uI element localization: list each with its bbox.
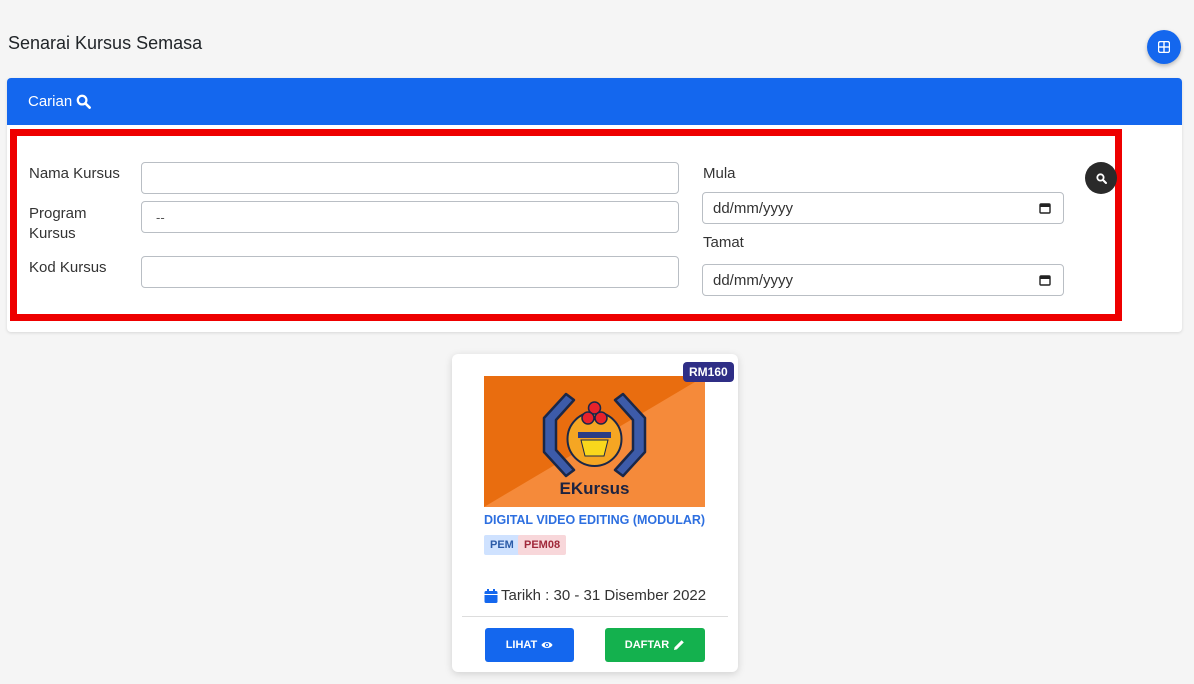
course-image: EKursus [484, 376, 705, 507]
calendar-icon [484, 588, 498, 603]
search-panel-title: Carian [28, 93, 73, 110]
grid-view-toggle-button[interactable] [1147, 30, 1181, 64]
course-tag: PEM [484, 535, 520, 555]
course-code-label: Kod Kursus [29, 259, 107, 276]
eye-icon [541, 642, 553, 648]
view-course-label: LIHAT [505, 639, 538, 651]
register-course-button[interactable]: DAFTAR [605, 628, 705, 662]
price-badge: RM160 [683, 362, 734, 382]
end-date-label: Tamat [703, 234, 744, 251]
card-divider [462, 616, 728, 617]
search-icon [76, 94, 92, 109]
course-name-input[interactable] [141, 162, 679, 194]
program-label: Program Kursus [29, 205, 87, 242]
start-date-label: Mula [703, 165, 736, 182]
calendar-icon [1039, 275, 1051, 286]
start-date-placeholder: dd/mm/yyyy [713, 199, 794, 217]
course-date: Tarikh : 30 - 31 Disember 2022 [484, 587, 706, 604]
register-course-label: DAFTAR [624, 639, 670, 651]
page-title: Senarai Kursus Semasa [8, 33, 203, 53]
start-date-input[interactable]: dd/mm/yyyy [702, 192, 1064, 224]
grid-icon [1158, 41, 1170, 53]
course-image-caption: EKursus [560, 479, 630, 498]
calendar-icon [1039, 203, 1051, 214]
search-panel-header[interactable]: Carian [7, 78, 1182, 125]
course-date-text: Tarikh : 30 - 31 Disember 2022 [501, 587, 707, 604]
end-date-placeholder: dd/mm/yyyy [713, 271, 794, 289]
course-tag: PEM08 [518, 535, 567, 555]
pencil-icon [674, 640, 685, 650]
search-submit-button[interactable] [1085, 162, 1117, 194]
course-title[interactable]: DIGITAL VIDEO EDITING (MODULAR) [484, 513, 705, 527]
view-course-button[interactable]: LIHAT [485, 628, 574, 662]
search-icon [1095, 172, 1107, 184]
end-date-input[interactable]: dd/mm/yyyy [702, 264, 1064, 296]
search-panel: Carian Nama Kursus Program Kursus -- Kod… [7, 78, 1182, 332]
course-card: EKursus RM160 DIGITAL VIDEO EDITING (MOD… [452, 354, 738, 672]
program-select[interactable]: -- [141, 201, 679, 233]
course-name-label: Nama Kursus [29, 165, 120, 182]
course-code-input[interactable] [141, 256, 679, 288]
